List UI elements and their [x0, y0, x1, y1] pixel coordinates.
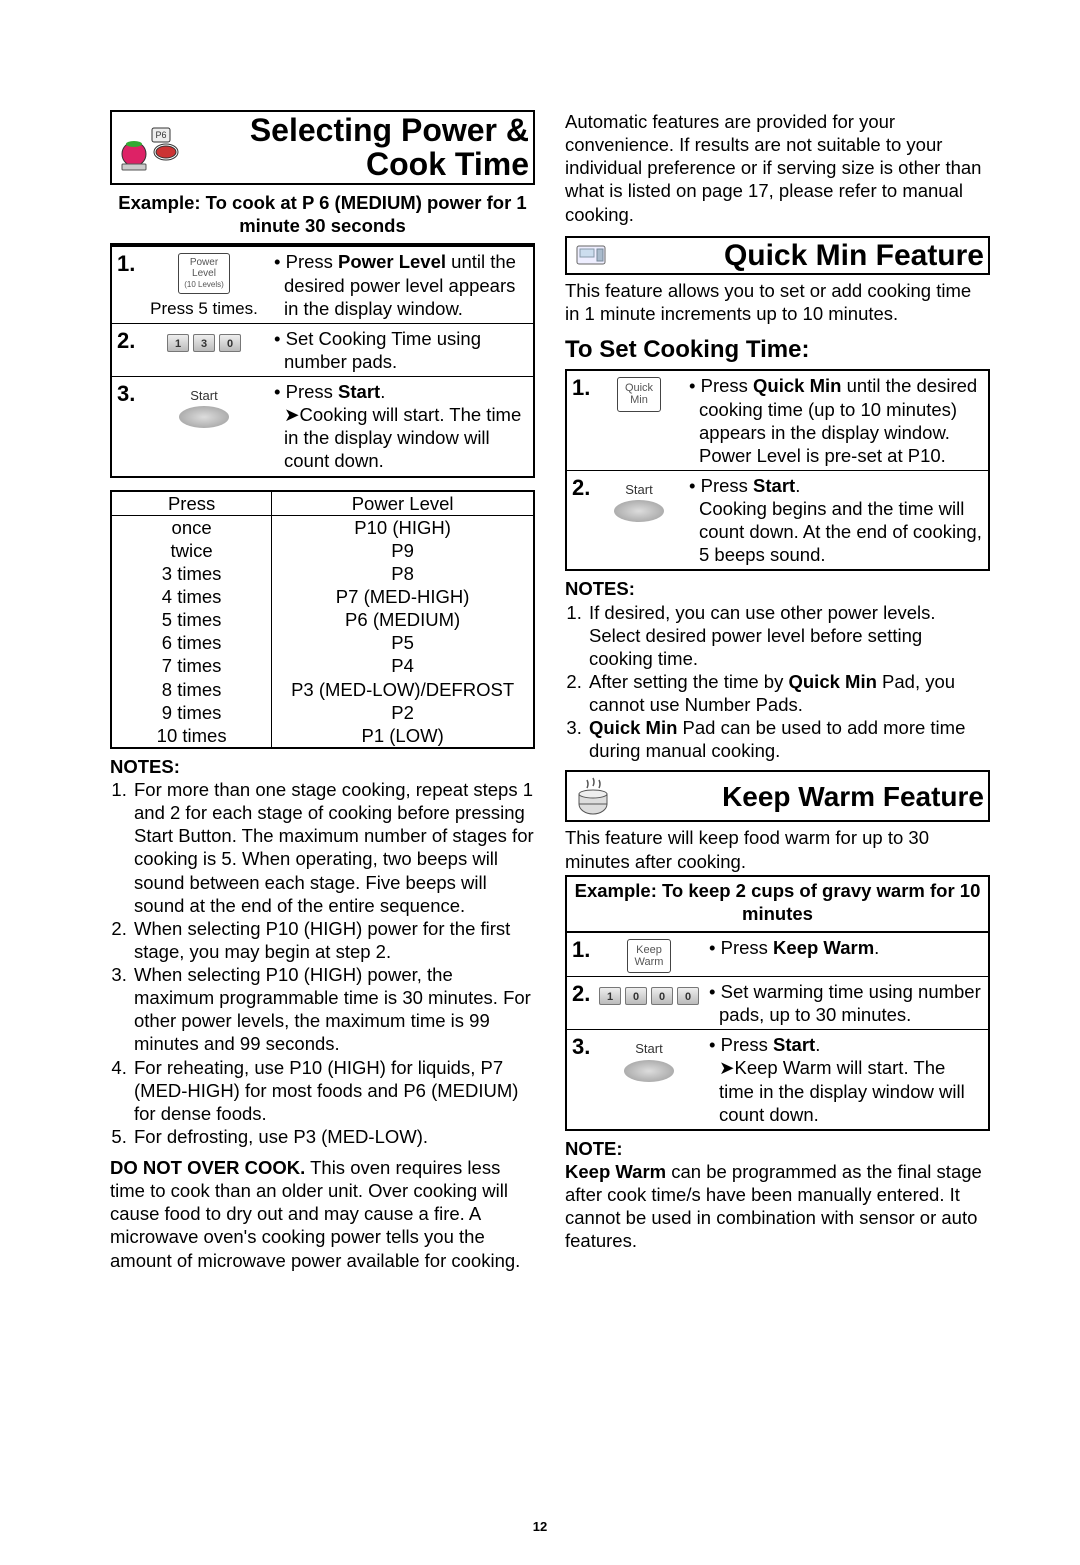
power-header-icon: P6 — [116, 124, 182, 172]
power-level-button: Power Level (10 Levels) — [178, 253, 230, 294]
intro-paragraph: Automatic features are provided for your… — [565, 110, 990, 226]
number-pad-icon: 1 3 0 — [167, 334, 241, 352]
step-description: • Set Cooking Time using number pads. — [269, 323, 534, 376]
section-title: Selecting Power & Cook Time — [182, 114, 529, 181]
right-column: Automatic features are provided for your… — [565, 110, 990, 1282]
table-cell: 10 times — [111, 724, 272, 748]
step-number: 3. — [566, 1030, 594, 1130]
step-graphic: Start — [594, 1030, 704, 1130]
step-description: • Press Keep Warm. — [704, 933, 989, 977]
table-cell: P8 — [272, 562, 534, 585]
table-cell: 8 times — [111, 678, 272, 701]
table-cell: P10 (HIGH) — [272, 515, 534, 539]
note-item: For reheating, use P10 (HIGH) for liquid… — [132, 1056, 535, 1125]
notes-header: NOTES: — [110, 755, 535, 778]
note-item: For more than one stage cooking, repeat … — [132, 778, 535, 917]
section-header-quick: Quick Min Feature — [565, 236, 990, 276]
table-cell: twice — [111, 539, 272, 562]
keep-warm-button: Keep Warm — [627, 939, 672, 973]
table-header: Power Level — [272, 491, 534, 516]
table-cell: 6 times — [111, 631, 272, 654]
note-header: NOTE: — [565, 1137, 990, 1160]
subheading: To Set Cooking Time: — [565, 335, 990, 365]
table-cell: P4 — [272, 654, 534, 677]
table-cell: P3 (MED-LOW)/DEFROST — [272, 678, 534, 701]
quick-steps-table: 1. Quick Min • Press Quick Min until the… — [565, 369, 990, 571]
note-item: When selecting P10 (HIGH) power, the max… — [132, 963, 535, 1056]
page-number: 12 — [533, 1519, 547, 1535]
table-cell: P9 — [272, 539, 534, 562]
step-description: • Press Power Level until the desired po… — [269, 246, 534, 323]
table-cell: P5 — [272, 631, 534, 654]
step-graphic: Keep Warm — [594, 933, 704, 977]
step-number: 1. — [566, 370, 594, 470]
section-header-power: P6 Selecting Power & Cook Time — [110, 110, 535, 185]
step-graphic: 1 3 0 — [139, 323, 269, 376]
step-graphic: 1 0 0 0 — [594, 977, 704, 1030]
step-number: 3. — [111, 377, 139, 477]
start-button-icon: Start — [624, 1041, 674, 1081]
table-cell: P1 (LOW) — [272, 724, 534, 748]
table-cell: 9 times — [111, 701, 272, 724]
table-cell: once — [111, 515, 272, 539]
table-cell: 4 times — [111, 585, 272, 608]
note-item: After setting the time by Quick Min Pad,… — [587, 670, 990, 716]
step-number: 2. — [566, 977, 594, 1030]
page-columns: P6 Selecting Power & Cook Time Example: … — [110, 110, 990, 1282]
notes-header: NOTES: — [565, 577, 990, 600]
graphic-caption: Press 5 times. — [144, 298, 264, 319]
note-item: If desired, you can use other power leve… — [587, 601, 990, 670]
step-graphic: Quick Min — [594, 370, 684, 470]
step-description: • Press Start. Cooking begins and the ti… — [684, 470, 989, 570]
keep-warm-icon — [571, 774, 617, 818]
warm-note: Keep Warm can be programmed as the final… — [565, 1160, 990, 1253]
section-title: Keep Warm Feature — [722, 782, 984, 811]
warm-intro: This feature will keep food warm for up … — [565, 826, 990, 872]
note-item: When selecting P10 (HIGH) power for the … — [132, 917, 535, 963]
table-cell: P2 — [272, 701, 534, 724]
step-description: • Press Quick Min until the desired cook… — [684, 370, 989, 470]
section-header-warm: Keep Warm Feature — [565, 770, 990, 822]
table-header: Press — [111, 491, 272, 516]
notes-list: For more than one stage cooking, repeat … — [110, 778, 535, 1148]
warm-steps-table: 1. Keep Warm • Press Keep Warm. 2. 1 0 — [565, 933, 990, 1131]
power-level-table: Press Power Level onceP10 (HIGH) twiceP9… — [110, 490, 535, 749]
step-number: 2. — [111, 323, 139, 376]
note-item: For defrosting, use P3 (MED-LOW). — [132, 1125, 535, 1148]
step-graphic: Power Level (10 Levels) Press 5 times. — [139, 246, 269, 323]
number-pad-icon: 1 0 0 0 — [599, 987, 699, 1005]
start-button-icon: Start — [614, 482, 664, 522]
step-description: • Press Start. ➤Cooking will start. The … — [269, 377, 534, 477]
quick-min-icon — [571, 240, 609, 270]
notes-list: If desired, you can use other power leve… — [565, 601, 990, 763]
quick-intro: This feature allows you to set or add co… — [565, 279, 990, 325]
step-number: 1. — [111, 246, 139, 323]
step-graphic: Start — [594, 470, 684, 570]
step-number: 1. — [566, 933, 594, 977]
table-cell: 7 times — [111, 654, 272, 677]
power-steps-table: 1. Power Level (10 Levels) Press 5 times… — [110, 245, 535, 477]
example-caption: Example: To cook at P 6 (MEDIUM) power f… — [110, 189, 535, 245]
note-item: Quick Min Pad can be used to add more ti… — [587, 716, 990, 762]
step-description: • Press Start. ➤Keep Warm will start. Th… — [704, 1030, 989, 1130]
example-caption: Example: To keep 2 cups of gravy warm fo… — [565, 875, 990, 933]
table-cell: P6 (MEDIUM) — [272, 608, 534, 631]
step-description: • Set warming time using number pads, up… — [704, 977, 989, 1030]
quick-min-button: Quick Min — [617, 377, 661, 411]
table-cell: 3 times — [111, 562, 272, 585]
step-number: 2. — [566, 470, 594, 570]
left-column: P6 Selecting Power & Cook Time Example: … — [110, 110, 535, 1282]
start-button-icon: Start — [179, 388, 229, 428]
warning-paragraph: DO NOT OVER COOK. This oven requires les… — [110, 1156, 535, 1272]
svg-text:P6: P6 — [155, 130, 166, 140]
table-cell: P7 (MED-HIGH) — [272, 585, 534, 608]
step-graphic: Start — [139, 377, 269, 477]
table-cell: 5 times — [111, 608, 272, 631]
section-title: Quick Min Feature — [724, 240, 984, 272]
